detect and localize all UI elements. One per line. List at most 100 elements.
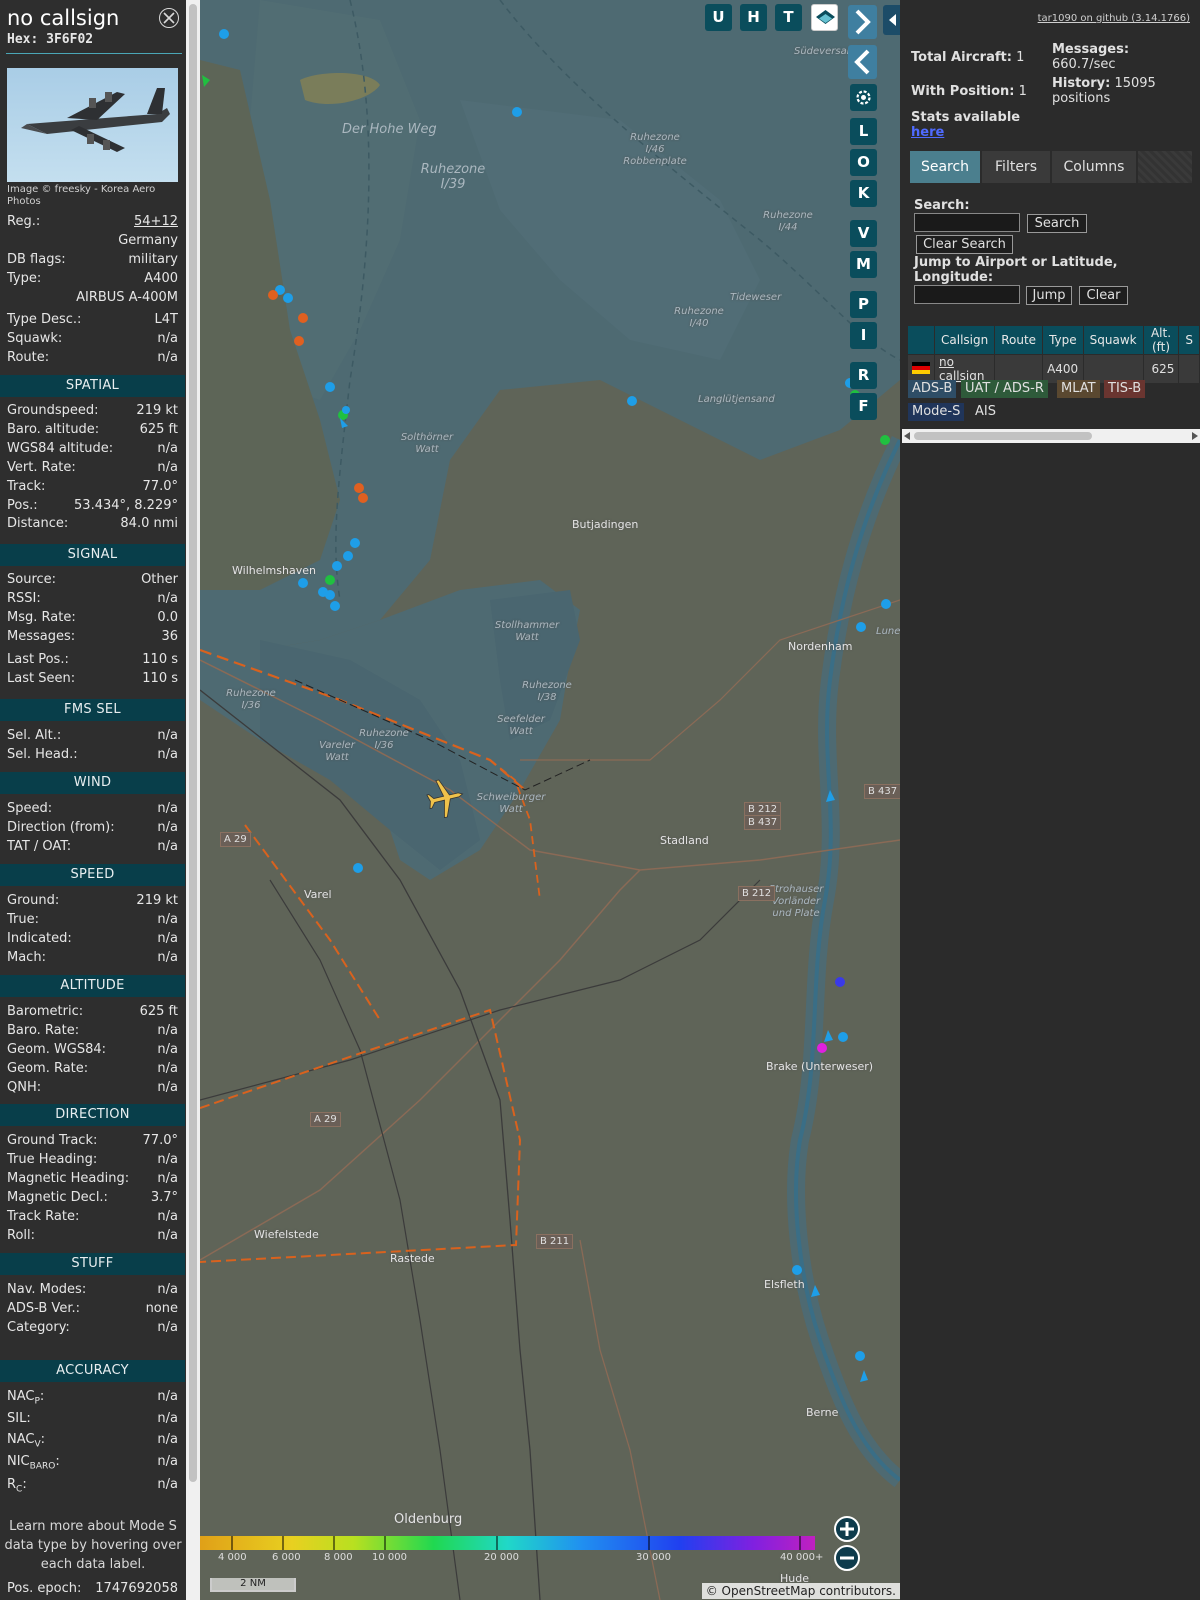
col-speed[interactable]: S (1179, 326, 1199, 354)
tab-columns[interactable]: Columns (1052, 151, 1136, 183)
row-label: Baro. altitude: (7, 421, 100, 437)
github-link[interactable]: tar1090 on github (3.14.1766) (1038, 13, 1190, 24)
row-label: Distance: (7, 516, 69, 532)
source-mlat: MLAT (1057, 380, 1100, 398)
row-value: 84.0 nmi (120, 516, 178, 532)
sidebar-panel: tar1090 on github (3.14.1766) Total Airc… (900, 0, 1200, 1600)
nic-row: NICBARO: n/a (7, 1454, 178, 1472)
search-button[interactable]: Search (1027, 214, 1087, 233)
chevron-right-icon[interactable] (848, 5, 877, 39)
scroll-right-icon[interactable] (1192, 432, 1198, 440)
row-label: Messages: (7, 628, 76, 644)
row-label: Category: (7, 1319, 70, 1335)
reg-row: Reg.: 54+12 (7, 213, 178, 231)
title-divider (6, 53, 182, 54)
history-count: History: 15095 positions (1052, 76, 1156, 106)
row-value: n/a (157, 459, 178, 475)
col-type[interactable]: Type (1043, 326, 1083, 354)
zoom-out-icon[interactable] (834, 1545, 860, 1571)
scroll-left-icon[interactable] (904, 432, 910, 440)
aircraft-photo[interactable] (7, 68, 178, 182)
map-button-f[interactable]: F (850, 393, 877, 420)
squawk-row: Squawk: n/a (7, 331, 178, 346)
col-altitude[interactable]: Alt. (ft) (1143, 326, 1179, 354)
map-attribution[interactable]: © OpenStreetMap contributors. (701, 1583, 900, 1599)
map-button-p[interactable]: P (850, 291, 877, 318)
clear-search-button[interactable]: Clear Search (916, 235, 1013, 254)
row-label: Magnetic Heading: (7, 1170, 130, 1186)
scrollbar-thumb[interactable] (189, 4, 197, 1482)
map-button-o[interactable]: O (850, 149, 877, 176)
tab-filters[interactable]: Filters (982, 151, 1050, 183)
map-button-m[interactable]: M (850, 251, 877, 278)
aircraft-icon[interactable] (422, 778, 468, 818)
map-button-r[interactable]: R (850, 362, 877, 389)
col-squawk[interactable]: Squawk (1083, 326, 1143, 354)
sil-row: SIL: n/a (7, 1411, 178, 1426)
row-squawk (1083, 355, 1143, 383)
table-row[interactable]: no callsign A400 625 (908, 355, 1199, 383)
spatial-row: Track: 77.0° (7, 478, 178, 496)
col-flag[interactable] (908, 326, 934, 354)
col-callsign[interactable]: Callsign (935, 326, 995, 354)
jump-input[interactable] (914, 285, 1020, 304)
jump-button[interactable]: Jump (1026, 286, 1072, 305)
section-stuff: STUFF (0, 1253, 185, 1275)
map-button-h[interactable]: H (740, 4, 767, 31)
zoom-in-icon[interactable] (834, 1516, 860, 1542)
row-label: TAT / OAT: (7, 838, 72, 854)
close-icon[interactable] (159, 8, 179, 28)
source-uat: UAT / ADS-R (961, 380, 1048, 398)
row-label: Barometric: (7, 1004, 84, 1019)
table-horizontal-scrollbar[interactable] (902, 429, 1200, 443)
row-label: True Heading: (7, 1151, 98, 1167)
stats-here-link[interactable]: here (911, 125, 944, 140)
col-route[interactable]: Route (995, 326, 1043, 354)
row-value: 219 kt (136, 893, 178, 908)
row-altitude: 625 (1143, 355, 1179, 383)
label-berne: Berne (806, 1406, 839, 1419)
gear-icon[interactable] (850, 84, 877, 111)
clear-button[interactable]: Clear (1079, 286, 1128, 305)
info-panel-scrollbar[interactable] (186, 0, 200, 1600)
learn-more-text: Learn more about Mode S data type by hov… (4, 1519, 182, 1572)
map-button-t[interactable]: T (775, 4, 802, 31)
search-input[interactable] (914, 213, 1020, 232)
label-schweiburger-watt: Schweiburger Watt (476, 792, 546, 815)
altitude-color-legend (200, 1536, 815, 1550)
messages-rate: 660.7/sec (1052, 57, 1116, 72)
stuff-row: Nav. Modes: n/a (7, 1281, 178, 1299)
map-button-k[interactable]: K (850, 180, 877, 207)
label-seefelder-watt: Seefelder Watt (497, 714, 545, 737)
altitude-row: Barometric: 625 ft (7, 1003, 178, 1021)
spatial-row: WGS84 altitude: n/a (7, 440, 178, 458)
row-label: Sel. Alt.: (7, 728, 62, 743)
map-view[interactable]: Der Hohe Weg Ruhezone I/39 Ruhezone I/46… (200, 0, 900, 1600)
row-value: 77.0° (142, 1133, 178, 1148)
expand-horizontal-icon[interactable] (883, 5, 900, 35)
label-stollhammer-watt: Stollhammer Watt (494, 620, 560, 643)
tab-search[interactable]: Search (910, 151, 980, 183)
tab-blank[interactable] (1138, 151, 1192, 183)
fms-row: Sel. Head.: n/a (7, 746, 178, 764)
typedesc-row: Type Desc.: L4T (7, 312, 178, 327)
map-button-l[interactable]: L (850, 118, 877, 145)
chevron-left-icon[interactable] (848, 45, 877, 79)
row-label: RSSI: (7, 590, 41, 606)
row-label: True: (7, 911, 39, 927)
label-oldenburg: Oldenburg (394, 1512, 463, 1527)
hscroll-thumb[interactable] (914, 432, 1092, 440)
layers-icon[interactable] (811, 4, 838, 31)
map-button-v[interactable]: V (850, 220, 877, 247)
row-label: Sel. Head.: (7, 746, 78, 762)
row-value: 3.7° (150, 1189, 178, 1205)
registration-link[interactable]: 54+12 (134, 213, 178, 231)
photo-credit: Image © freesky - Korea Aero Photos (7, 184, 156, 207)
row-label: Ground Track: (7, 1133, 98, 1148)
legend-label-8000: 8 000 (324, 1552, 353, 1563)
row-value: n/a (157, 819, 178, 835)
wind-row: TAT / OAT: n/a (7, 838, 178, 856)
map-button-i[interactable]: I (850, 322, 877, 349)
row-callsign[interactable]: no callsign (935, 355, 995, 383)
map-button-u[interactable]: U (705, 4, 732, 31)
